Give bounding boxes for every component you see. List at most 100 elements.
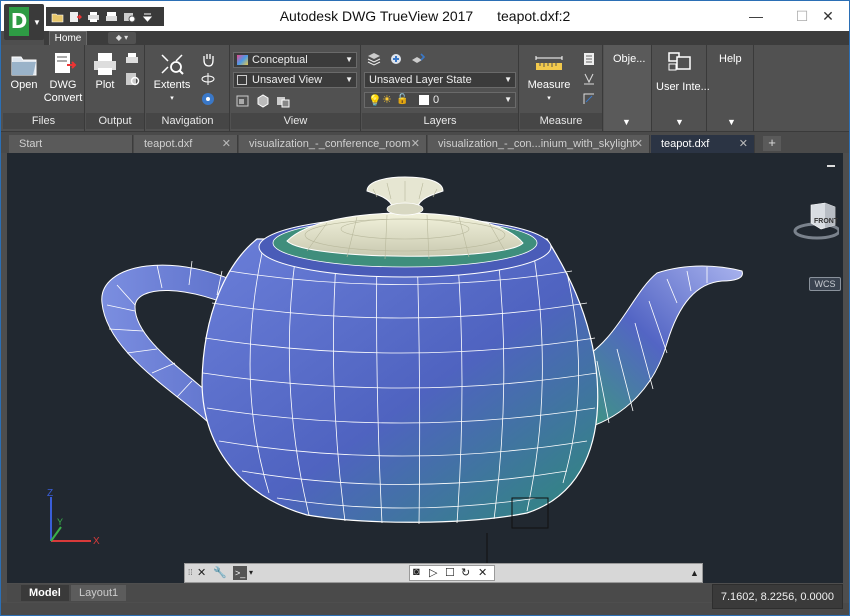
- plot-button[interactable]: Plot: [89, 51, 121, 92]
- layer-properties-icon[interactable]: [366, 51, 382, 67]
- ucs-z-label: Z: [47, 488, 53, 499]
- wcs-menu[interactable]: WCS: [809, 277, 841, 291]
- current-layer-dropdown[interactable]: 💡 ☀ 🔓 0 ▼: [364, 92, 516, 108]
- visual-style-dropdown[interactable]: Conceptual ▼: [233, 52, 357, 68]
- stop-icon[interactable]: ☐: [445, 566, 455, 579]
- new-tab-button[interactable]: +: [763, 136, 781, 151]
- quick-access-toolbar: [46, 7, 164, 26]
- restore-view-icon[interactable]: [275, 93, 291, 109]
- close-icon[interactable]: ✕: [411, 135, 420, 153]
- close-icon[interactable]: ✕: [478, 566, 487, 579]
- expand-history-button[interactable]: ▲: [690, 566, 699, 580]
- minimize-icon[interactable]: [827, 165, 835, 167]
- doc-tab-label: visualization_-_conference_room: [249, 138, 411, 150]
- id-point-icon[interactable]: [581, 71, 597, 87]
- current-layer-value: 0: [433, 94, 440, 106]
- tab-home[interactable]: Home: [49, 31, 87, 45]
- dropdown-icon[interactable]: [140, 10, 155, 23]
- lightbulb-icon: 💡: [368, 95, 382, 107]
- measure-label: Measure: [527, 79, 571, 91]
- close-icon[interactable]: ✕: [739, 135, 748, 153]
- chevron-down-icon: ▼: [504, 95, 512, 104]
- ruler-icon: [535, 56, 563, 70]
- dwg-convert-icon[interactable]: [68, 10, 83, 23]
- named-view-dropdown[interactable]: Unsaved View ▼: [233, 72, 357, 88]
- list-icon[interactable]: [581, 51, 597, 67]
- plot-icon: [94, 53, 116, 75]
- play-icon[interactable]: ▷: [429, 566, 437, 579]
- tab-extra[interactable]: ◆ ▾: [108, 32, 136, 44]
- layer-isolate-icon[interactable]: [388, 51, 404, 67]
- open-folder-icon[interactable]: [50, 10, 65, 23]
- plot-label: Plot: [95, 79, 115, 91]
- objects-panel[interactable]: Obje... ▼: [604, 45, 652, 131]
- viewcube[interactable]: FRONT: [791, 201, 839, 241]
- batch-plot-icon[interactable]: [104, 10, 119, 23]
- pan-icon[interactable]: ◙: [413, 566, 420, 578]
- chevron-down-icon: ▼: [33, 18, 41, 27]
- ribbon: Open DWG Convert Files Plot Output Exten…: [1, 45, 849, 131]
- application-window: Autodesk DWG TrueView 2017 teapot.dxf:2 …: [0, 0, 850, 616]
- open-label: Open: [10, 79, 38, 91]
- measure-button[interactable]: Measure ▾: [526, 53, 572, 105]
- lock-icon: 🔓: [396, 94, 409, 105]
- preview-icon[interactable]: [124, 71, 140, 87]
- user-interface-panel[interactable]: User Inte... ▼: [653, 45, 710, 131]
- coordinates-readout: 7.1602, 8.2256, 0.0000: [711, 584, 843, 609]
- doc-tab-label: teapot.dxf: [661, 138, 710, 150]
- view-panel: Conceptual ▼ Unsaved View ▼ View: [231, 45, 361, 131]
- dwg-convert-icon: [55, 53, 77, 73]
- sun-icon: ☀: [382, 94, 392, 106]
- measure-panel-label: Measure: [520, 113, 602, 129]
- layers-panel: Unsaved Layer State ▼ 💡 ☀ 🔓 0 ▼ Layers: [362, 45, 519, 131]
- viewcube-front-label: FRONT: [814, 218, 839, 225]
- close-icon[interactable]: ✕: [222, 135, 231, 153]
- viewport-icon[interactable]: [235, 93, 251, 109]
- close-icon[interactable]: ✕: [197, 566, 206, 580]
- app-title: Autodesk DWG TrueView 2017: [279, 8, 474, 24]
- chevron-down-icon: ▼: [727, 117, 736, 127]
- open-button[interactable]: Open: [7, 51, 41, 92]
- close-button[interactable]: ✕: [805, 1, 849, 31]
- layer-match-icon[interactable]: [410, 51, 426, 67]
- dwg-convert-button[interactable]: DWG Convert: [43, 51, 83, 105]
- chevron-down-icon: ▼: [345, 75, 353, 84]
- wrench-icon[interactable]: 🔧: [213, 566, 227, 580]
- steering-wheel-icon[interactable]: [200, 91, 216, 107]
- extents-label: Extents: [153, 79, 191, 91]
- layer-state-dropdown[interactable]: Unsaved Layer State ▼: [364, 72, 516, 88]
- chevron-down-icon[interactable]: ▾: [249, 566, 253, 580]
- view-icon: [237, 75, 247, 85]
- doc-tab-skylight[interactable]: visualization_-_con...inium_with_skyligh…: [428, 135, 650, 154]
- zoom-extents-icon: [161, 54, 184, 75]
- doc-tab-start[interactable]: Start: [9, 135, 133, 154]
- publish-icon[interactable]: [122, 10, 137, 23]
- minimize-button[interactable]: —: [733, 1, 779, 31]
- command-line[interactable]: ⁞⁞ ✕ 🔧 >_ ▾ ◙ ▷ ☐ ↻ ✕ ▲: [184, 563, 703, 583]
- distance-icon[interactable]: [581, 91, 597, 107]
- close-icon[interactable]: ✕: [634, 135, 643, 153]
- tab-model[interactable]: Model: [21, 585, 69, 601]
- doc-tab-teapot[interactable]: teapot.dxf ✕: [134, 135, 238, 154]
- grip-icon[interactable]: ⁞⁞: [188, 566, 192, 580]
- pan-hand-icon[interactable]: [200, 51, 216, 67]
- doc-tab-teapot-active[interactable]: teapot.dxf ✕: [651, 135, 755, 154]
- application-menu-button[interactable]: D ▼: [4, 4, 44, 40]
- batch-plot-icon[interactable]: [124, 51, 140, 67]
- print-icon[interactable]: [86, 10, 101, 23]
- doc-tab-conference-room[interactable]: visualization_-_conference_room ✕: [239, 135, 427, 154]
- orbit-icon[interactable]: [200, 71, 216, 87]
- navigation-panel: Extents ▾ Navigation: [146, 45, 230, 131]
- drawing-viewport[interactable]: Z X Y FRONT WCS: [7, 153, 843, 583]
- view-navigation-controls: ◙ ▷ ☐ ↻ ✕: [409, 565, 495, 581]
- view-panel-label: View: [231, 113, 360, 129]
- measure-panel: Measure ▾ Measure: [520, 45, 603, 131]
- refresh-icon[interactable]: ↻: [461, 566, 470, 579]
- extents-button[interactable]: Extents ▾: [150, 51, 194, 105]
- cube-view-icon[interactable]: [255, 93, 271, 109]
- dwg-convert-label-2: Convert: [43, 92, 83, 104]
- command-prompt-icon[interactable]: >_: [233, 566, 248, 580]
- help-panel[interactable]: Help ▼: [708, 45, 754, 131]
- tab-layout1[interactable]: Layout1: [71, 585, 127, 601]
- layer-color-swatch: [419, 95, 429, 105]
